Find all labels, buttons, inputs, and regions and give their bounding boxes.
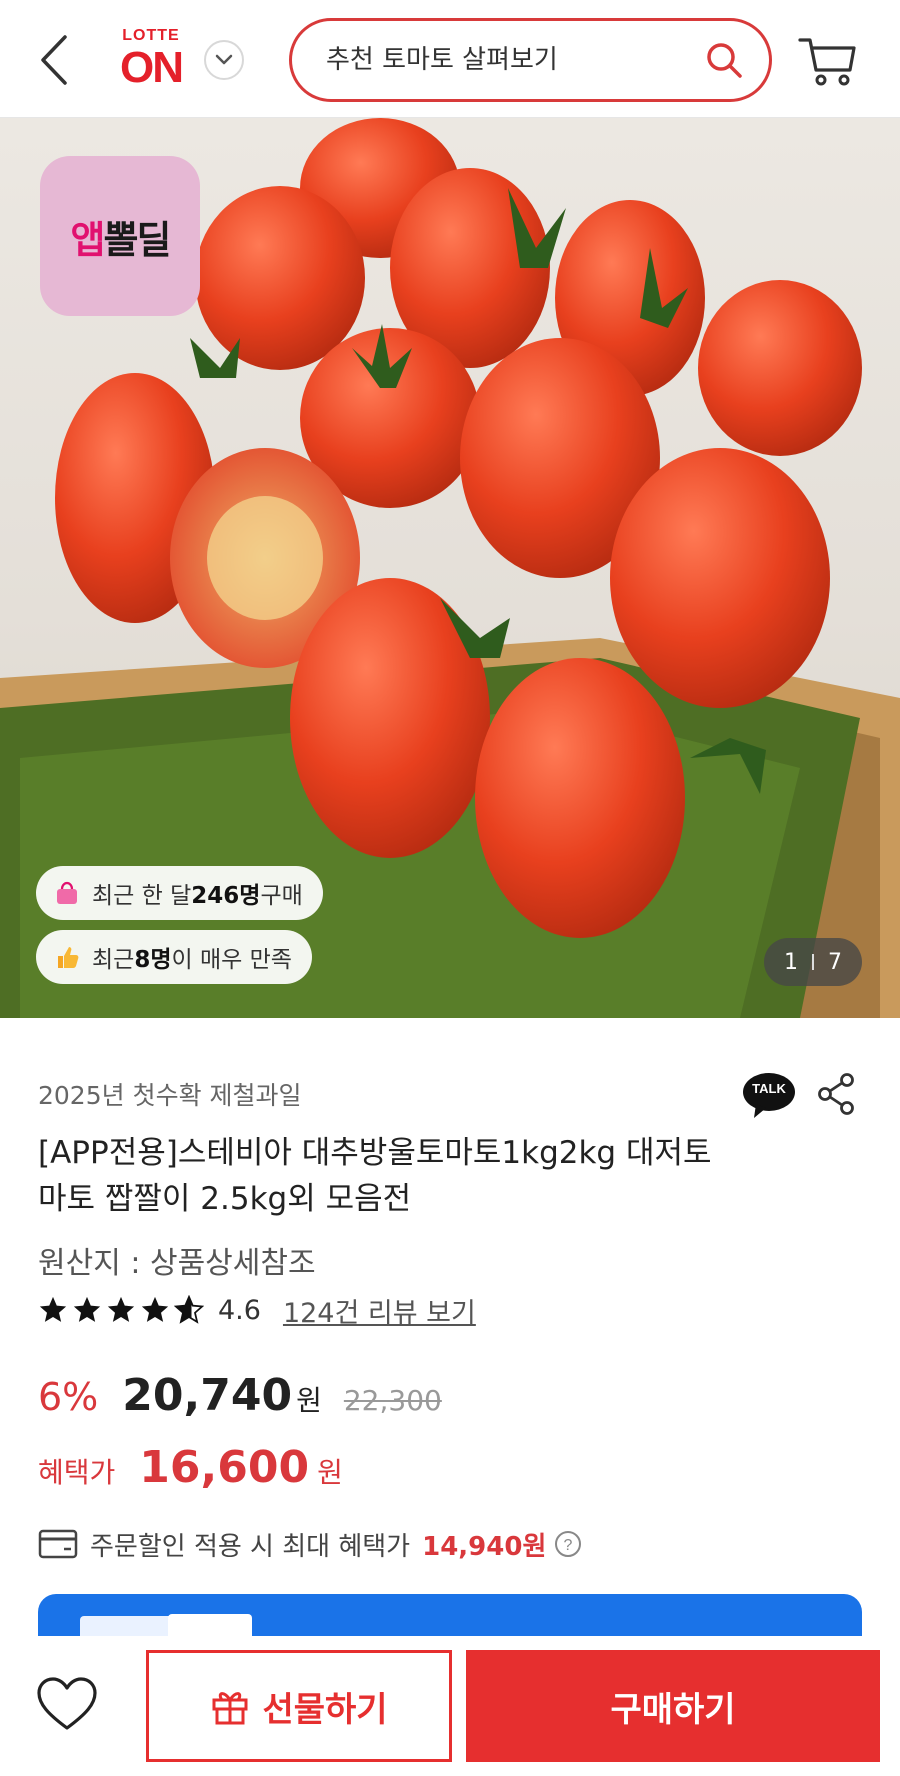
share-button[interactable] <box>816 1072 856 1116</box>
price-row: 6% 20,740 원 22,300 <box>38 1370 442 1434</box>
counter-current: 1 <box>784 949 798 975</box>
pill2-suffix: 이 매우 만족 <box>171 947 292 973</box>
image-counter: 17 <box>764 938 862 986</box>
card-benefit-row: 주문할인 적용 시 최대 혜택가 14,940원 ? <box>38 1520 582 1568</box>
star-full-icon <box>73 1296 101 1322</box>
pill2-count: 8명 <box>134 947 172 973</box>
gift-button[interactable]: 선물하기 <box>146 1650 452 1762</box>
talk-label: TALK <box>752 1081 786 1096</box>
cart-icon <box>798 38 856 86</box>
talk-chat-icon <box>743 1073 795 1118</box>
buy-button[interactable]: 구매하기 <box>466 1650 880 1762</box>
heart-icon <box>37 1677 97 1730</box>
product-origin: 원산지 : 상품상세참조 <box>38 1246 316 1281</box>
sale-price-unit: 원 <box>296 1384 322 1417</box>
cart-button[interactable] <box>796 30 860 92</box>
product-subtitle: 2025년 첫수확 제철과일 <box>38 1081 302 1110</box>
benefit-price-unit: 원 <box>317 1456 343 1489</box>
pill1-prefix: 최근 한 달 <box>92 883 192 909</box>
talk-chat-button[interactable]: TALK <box>742 1072 796 1118</box>
service-dropdown-button[interactable] <box>204 40 244 80</box>
badge-text-2: 뽈딜 <box>103 217 172 262</box>
badge-text-1: 앱 <box>70 217 106 262</box>
shopping-bag-icon <box>52 878 82 908</box>
counter-total: 7 <box>828 949 842 975</box>
chevron-left-icon <box>41 35 67 85</box>
discount-rate: 6% <box>38 1375 99 1419</box>
top-header: LOTTE ON <box>0 0 900 118</box>
star-half-icon <box>174 1295 204 1324</box>
chevron-down-icon <box>215 54 233 65</box>
satisfaction-pill: 최근 8명 이 매우 만족 <box>36 930 312 984</box>
bottom-action-bar: 선물하기 구매하기 <box>0 1636 900 1776</box>
search-button[interactable] <box>701 37 747 83</box>
star-full-icon <box>107 1296 135 1322</box>
logo-top-text: LOTTE <box>122 27 180 44</box>
product-title: [APP전용]스테비아 대추방울토마토1kg2kg 대저토마토 짭짤이 2.5k… <box>38 1135 712 1217</box>
star-full-icon <box>141 1296 169 1322</box>
card-benefit-text: 주문할인 적용 시 최대 혜택가 <box>90 1531 411 1562</box>
pill1-suffix: 구매 <box>260 883 303 909</box>
pill1-count: 246명 <box>191 883 261 909</box>
lotte-on-logo[interactable]: LOTTE ON <box>110 28 192 94</box>
credit-card-icon <box>38 1529 78 1559</box>
wishlist-button[interactable] <box>34 1674 100 1734</box>
counter-separator <box>812 954 814 970</box>
original-price: 22,300 <box>343 1384 442 1417</box>
card-benefit-amount: 14,940원 <box>422 1531 547 1562</box>
back-button[interactable] <box>30 28 78 92</box>
app-deal-badge: 앱 뽈딜 <box>40 156 200 316</box>
share-icon <box>818 1073 854 1115</box>
search-input[interactable] <box>326 39 686 81</box>
product-image-carousel[interactable]: 앱 뽈딜 최근 한 달 246명 구매 최근 8명 이 매우 만족 17 <box>0 118 900 1018</box>
sale-price: 20,740 <box>122 1370 293 1421</box>
pill2-prefix: 최근 <box>92 947 135 973</box>
thumbs-up-icon <box>52 942 82 972</box>
rating-stars <box>38 1295 208 1325</box>
review-link[interactable]: 124건 리뷰 보기 <box>283 1291 476 1330</box>
gift-button-label: 선물하기 <box>262 1689 388 1730</box>
rating-row: 4.6 124건 리뷰 보기 <box>38 1288 476 1332</box>
benefit-price: 16,600 <box>139 1442 310 1493</box>
benefit-label: 혜택가 <box>38 1456 116 1489</box>
benefit-price-row: 혜택가 16,600 원 <box>38 1442 343 1506</box>
recent-purchase-pill: 최근 한 달 246명 구매 <box>36 866 323 920</box>
help-icon[interactable]: ? <box>554 1530 582 1558</box>
search-icon <box>707 43 742 78</box>
star-full-icon <box>39 1296 67 1322</box>
search-bar <box>289 18 772 102</box>
logo-main-text: ON <box>120 43 184 92</box>
rating-value: 4.6 <box>218 1294 261 1326</box>
buy-button-label: 구매하기 <box>610 1689 736 1730</box>
gift-icon <box>212 1692 248 1725</box>
svg-text:?: ? <box>564 1537 573 1554</box>
